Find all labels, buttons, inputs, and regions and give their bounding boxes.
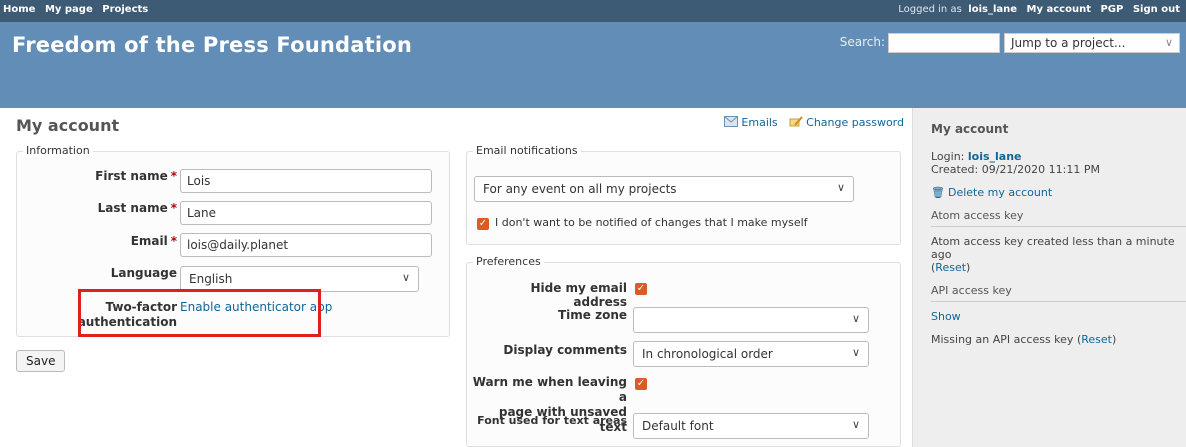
first-name-input[interactable]: Lois	[180, 169, 432, 193]
font-text-areas-label: Font used for text areas	[477, 414, 627, 427]
save-button[interactable]: Save	[16, 350, 66, 372]
header: Freedom of the Press Foundation Search: …	[0, 22, 1186, 108]
search-input[interactable]	[888, 33, 1000, 53]
login-user-link[interactable]: lois_lane	[968, 150, 1022, 163]
language-label: Language	[110, 266, 177, 280]
emails-link[interactable]: Emails	[741, 116, 777, 129]
trash-icon: 🗑	[931, 186, 945, 199]
jump-to-project-value: Jump to a project...	[1011, 36, 1126, 50]
atom-key-title: Atom access key	[931, 209, 1186, 227]
no-self-notified-checkbox[interactable]: ✓	[477, 218, 489, 230]
pgp-link[interactable]: PGP	[1100, 4, 1123, 15]
my-account-link[interactable]: My account	[1027, 4, 1091, 15]
information-legend: Information	[23, 144, 93, 157]
contextual-links: Emails Change password	[724, 116, 904, 129]
main: My account Emails Change password Inform…	[0, 108, 1186, 447]
preferences-legend: Preferences	[473, 255, 544, 268]
api-reset-link[interactable]: Reset	[1081, 333, 1112, 346]
warn-unsaved-checkbox[interactable]: ✓	[635, 378, 647, 390]
chevron-down-icon: ∨	[1164, 36, 1173, 49]
atom-key-text: Atom access key created less than a minu…	[931, 235, 1175, 261]
projects-link[interactable]: Projects	[102, 4, 148, 15]
language-value: English	[189, 272, 233, 286]
email-label: Email *	[47, 234, 177, 248]
api-key-text: Missing an API access key	[931, 333, 1074, 346]
display-comments-select[interactable]: In chronological order ∨	[633, 341, 869, 367]
required-mark: *	[170, 201, 177, 215]
first-name-label-text: First name	[95, 169, 168, 183]
sidebar: My account Login: lois_lane Created: 09/…	[912, 108, 1186, 447]
display-comments-value: In chronological order	[642, 347, 773, 361]
delete-account-link[interactable]: Delete my account	[948, 186, 1052, 199]
notification-value: For any event on all my projects	[483, 182, 677, 196]
font-text-areas-value: Default font	[642, 419, 714, 433]
email-notifications-fieldset: Email notifications For any event on all…	[466, 144, 901, 245]
required-mark: *	[170, 234, 177, 248]
two-factor-highlight	[78, 289, 321, 337]
created-date: Created: 09/21/2020 11:11 PM	[931, 163, 1100, 176]
chevron-down-icon: ∨	[851, 312, 860, 325]
page-title: My account	[16, 116, 120, 135]
login-label: Login:	[931, 150, 965, 163]
chevron-down-icon: ∨	[851, 346, 860, 359]
top-menu: Home My page Projects Logged in as lois_…	[0, 0, 1186, 22]
email-icon	[724, 116, 739, 127]
last-name-label: Last name *	[47, 201, 177, 215]
hide-email-checkbox[interactable]: ✓	[635, 283, 647, 295]
first-name-label: First name *	[47, 169, 177, 183]
change-password-link[interactable]: Change password	[806, 116, 904, 129]
atom-key-info: Atom access key created less than a minu…	[931, 235, 1175, 274]
my-page-link[interactable]: My page	[45, 4, 93, 15]
time-zone-select[interactable]: ∨	[633, 307, 869, 333]
key-pencil-icon	[789, 116, 803, 127]
warn-unsaved-label-line1: Warn me when leaving a	[472, 375, 627, 404]
api-show-link[interactable]: Show	[931, 310, 961, 323]
hide-email-label: Hide my email address	[530, 281, 627, 309]
notification-select[interactable]: For any event on all my projects ∨	[474, 176, 854, 202]
chevron-down-icon: ∨	[401, 271, 410, 284]
chevron-down-icon: ∨	[836, 181, 845, 194]
delete-account-row: 🗑 Delete my account	[931, 186, 1186, 199]
api-key-title: API access key	[931, 284, 1186, 302]
email-input[interactable]: lois@daily.planet	[180, 233, 432, 257]
home-link[interactable]: Home	[3, 4, 35, 15]
time-zone-label: Time zone	[557, 308, 627, 322]
display-comments-label: Display comments	[503, 343, 627, 357]
sign-out-link[interactable]: Sign out	[1133, 4, 1180, 15]
chevron-down-icon: ∨	[851, 418, 860, 431]
sidebar-title: My account	[931, 122, 1009, 136]
jump-to-project-select[interactable]: Jump to a project... ∨	[1004, 33, 1180, 53]
logged-in-user-link[interactable]: lois_lane	[968, 4, 1017, 15]
no-self-notified-label: I don't want to be notified of changes t…	[495, 216, 808, 229]
email-notifications-legend: Email notifications	[473, 144, 581, 157]
email-label-text: Email	[130, 234, 168, 248]
preferences-fieldset: Preferences Hide my email address ✓ Time…	[466, 255, 901, 447]
login-info: Login: lois_lane Created: 09/21/2020 11:…	[931, 150, 1186, 176]
required-mark: *	[170, 169, 177, 183]
api-key-info: Missing an API access key (Reset)	[931, 333, 1117, 346]
search-label: Search:	[839, 35, 885, 49]
last-name-label-text: Last name	[97, 201, 168, 215]
font-text-areas-select[interactable]: Default font ∨	[633, 413, 869, 439]
atom-reset-link[interactable]: Reset	[935, 261, 966, 274]
last-name-input[interactable]: Lane	[180, 201, 432, 225]
content: My account Emails Change password Inform…	[0, 108, 912, 447]
logged-in-prefix: Logged in as	[898, 4, 962, 15]
site-title[interactable]: Freedom of the Press Foundation	[12, 33, 412, 57]
